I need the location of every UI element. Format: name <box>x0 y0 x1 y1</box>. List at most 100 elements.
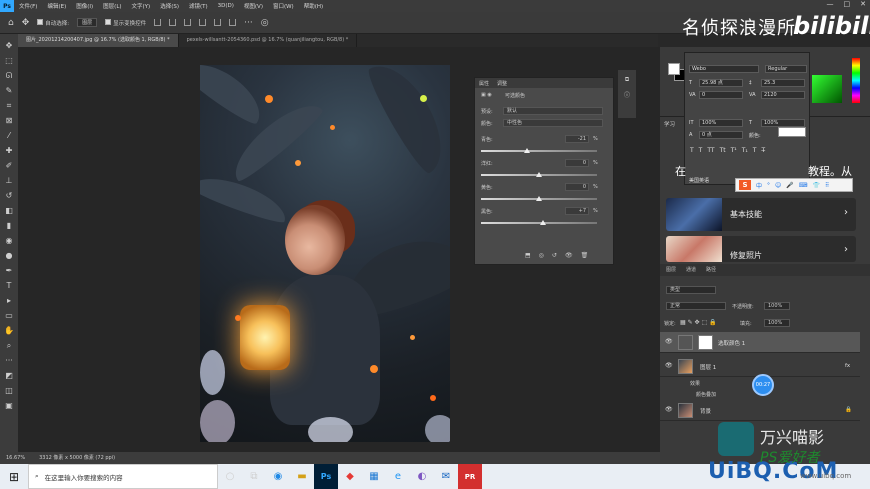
healing-tool-icon[interactable]: ✚ <box>3 145 15 157</box>
color-dropdown[interactable]: 中性色 <box>503 119 603 127</box>
eraser-tool-icon[interactable]: ◧ <box>3 205 15 217</box>
app-icon[interactable]: ◆ <box>338 464 362 489</box>
ime-skin-icon[interactable]: 👕 <box>812 182 819 189</box>
baseline-input[interactable]: 0 点 <box>699 131 743 139</box>
move-tool-icon[interactable]: ✥ <box>3 40 15 52</box>
app-icon[interactable]: ◐ <box>410 464 434 489</box>
history-brush-icon[interactable]: ↺ <box>3 190 15 202</box>
taskbar-search-input[interactable]: ⌕ 在这里输入你要搜索的内容 <box>28 464 218 489</box>
foreground-color-swatch[interactable] <box>668 63 680 75</box>
app-icon[interactable]: PR <box>458 464 482 489</box>
tab-adjustments[interactable]: 调整 <box>497 80 507 87</box>
stamp-tool-icon[interactable]: ⊥ <box>3 175 15 187</box>
windows-start-icon[interactable]: ⊞ <box>0 464 28 489</box>
magenta-value[interactable]: 0 <box>565 159 589 167</box>
gradient-tool-icon[interactable]: ▮ <box>3 220 15 232</box>
vertical-scale-input[interactable]: 100% <box>699 119 743 127</box>
layer-name[interactable]: 图层 1 <box>700 363 716 371</box>
preset-dropdown[interactable]: 默认 <box>503 107 603 115</box>
ime-chinese-toggle[interactable]: 中 <box>756 181 762 190</box>
crop-tool-icon[interactable]: ⌗ <box>3 100 15 112</box>
mail-icon[interactable]: ✉ <box>434 464 458 489</box>
task-view-icon[interactable]: ⧉ <box>242 464 266 489</box>
text-color-swatch[interactable] <box>778 127 806 137</box>
ime-punctuation-icon[interactable]: ° <box>767 182 770 189</box>
maximize-button[interactable]: □ <box>844 0 851 8</box>
app-icon[interactable]: ▦ <box>362 464 386 489</box>
menu-layer[interactable]: 图层(L) <box>98 2 126 10</box>
path-select-icon[interactable]: ▸ <box>3 295 15 307</box>
font-style-dropdown[interactable]: Regular <box>765 65 807 73</box>
strikethrough-button[interactable]: T̶ <box>761 147 765 154</box>
color-swatch-icon[interactable]: ◩ <box>3 370 15 382</box>
close-button[interactable]: ✕ <box>860 0 866 8</box>
menu-help[interactable]: 帮助(H) <box>299 2 328 10</box>
clip-to-layer-icon[interactable]: ⬒ <box>525 252 531 259</box>
learn-card-basic-skills[interactable]: 基本技能 › <box>666 198 856 231</box>
3d-mode-icon[interactable]: ◎ <box>261 18 269 28</box>
delete-icon[interactable]: 🗑 <box>581 252 589 259</box>
eye-icon[interactable]: 👁 <box>665 338 673 345</box>
frame-tool-icon[interactable]: ⊠ <box>3 115 15 127</box>
menu-type[interactable]: 文字(Y) <box>127 2 156 10</box>
layer-filter-dropdown[interactable]: 类型 <box>666 286 716 294</box>
show-transform-checkbox[interactable]: 显示变换控件 <box>105 18 146 27</box>
tab-document-2[interactable]: pexels-willsantt-2054360.psd @ 16.7% (qu… <box>179 34 358 47</box>
menu-window[interactable]: 窗口(W) <box>268 2 299 10</box>
fill-input[interactable]: 100% <box>764 319 790 327</box>
small-caps-button[interactable]: Tt <box>720 147 726 154</box>
black-slider[interactable] <box>481 222 597 224</box>
info-icon[interactable]: ⓘ <box>624 90 630 99</box>
reset-icon[interactable]: ↺ <box>552 252 557 259</box>
black-value[interactable]: +7 <box>565 207 589 215</box>
ime-menu-icon[interactable]: ⠿ <box>825 182 829 189</box>
tracking-input[interactable]: 2120 <box>761 91 805 99</box>
menu-filter[interactable]: 滤镜(T) <box>184 2 213 10</box>
cyan-slider[interactable] <box>481 150 597 152</box>
zoom-tool-icon[interactable]: ⌕ <box>3 340 15 352</box>
align-right-icon[interactable] <box>229 19 237 26</box>
brush-tool-icon[interactable]: ✐ <box>3 160 15 172</box>
menu-view[interactable]: 视图(V) <box>239 2 268 10</box>
eye-icon[interactable]: 👁 <box>665 362 673 369</box>
lasso-tool-icon[interactable]: ᘏ <box>3 70 15 82</box>
align-center-icon[interactable] <box>214 19 222 26</box>
black-slider-knob[interactable] <box>540 220 547 225</box>
minimize-button[interactable]: — <box>827 0 834 8</box>
yellow-value[interactable]: 0 <box>565 183 589 191</box>
layer-name[interactable]: 选取颜色 1 <box>718 339 745 347</box>
cyan-slider-knob[interactable] <box>523 148 530 153</box>
opacity-input[interactable]: 100% <box>764 302 790 310</box>
magenta-slider-knob[interactable] <box>536 172 542 177</box>
faux-bold-button[interactable]: T <box>690 147 694 154</box>
hue-slider[interactable] <box>852 58 860 103</box>
browser-icon[interactable]: e <box>386 464 410 489</box>
yellow-slider-knob[interactable] <box>536 196 542 201</box>
ime-emoji-icon[interactable]: ☺ <box>775 182 781 189</box>
horizontal-scale-input[interactable]: 100% <box>761 119 805 127</box>
align-middle-icon[interactable] <box>169 19 177 26</box>
learn-card-fix-photo[interactable]: 修复照片 › <box>666 236 856 262</box>
photoshop-taskbar-icon[interactable]: Ps <box>314 464 338 489</box>
lock-icons[interactable]: ▦ ✎ ✥ ⬚ 🔒 <box>680 319 717 326</box>
menu-image[interactable]: 图像(I) <box>71 2 98 10</box>
quick-select-tool-icon[interactable]: ✎ <box>3 85 15 97</box>
move-tool-icon[interactable]: ✥ <box>22 18 30 28</box>
cortana-icon[interactable]: ○ <box>218 464 242 489</box>
ime-keyboard-icon[interactable]: ⌨ <box>799 182 808 189</box>
auto-select-checkbox[interactable]: 自动选择: <box>37 18 69 27</box>
superscript-button[interactable]: T¹ <box>731 147 737 154</box>
shape-tool-icon[interactable]: ▭ <box>3 310 15 322</box>
menu-3d[interactable]: 3D(D) <box>213 3 239 9</box>
menu-select[interactable]: 选择(S) <box>155 2 184 10</box>
layer-name[interactable]: 背景 <box>700 407 711 415</box>
cyan-value[interactable]: -21 <box>565 135 589 143</box>
subscript-button[interactable]: T₁ <box>742 147 748 154</box>
ime-voice-icon[interactable]: 🎤 <box>786 182 793 189</box>
all-caps-button[interactable]: TT <box>707 147 714 154</box>
layer-row[interactable]: 👁 选取颜色 1 <box>660 332 860 353</box>
file-explorer-icon[interactable]: ▬ <box>290 464 314 489</box>
auto-select-dropdown[interactable]: 图层 <box>77 18 98 27</box>
visibility-icon[interactable]: 👁 <box>565 252 573 259</box>
view-previous-icon[interactable]: ◎ <box>539 252 544 259</box>
